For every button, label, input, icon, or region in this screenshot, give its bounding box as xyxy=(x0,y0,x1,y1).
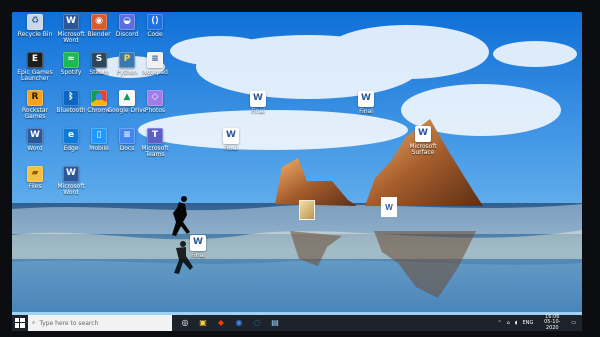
epic-games-icon: E xyxy=(27,52,43,68)
desktop-icon-teams[interactable]: T Microsoft Teams xyxy=(135,128,175,172)
desktop-screen: ♻ Recycle Bin W Microsoft Word ◉ Blender… xyxy=(12,12,582,331)
desktop-icon-label: Rockstar Games xyxy=(22,107,48,121)
phone-icon: ▯ xyxy=(91,128,107,144)
blender-icon: ◉ xyxy=(91,14,107,30)
desktop-icon-label: Files xyxy=(28,183,42,190)
taskbar: ⌕ Type here to search ◎ ▣ ◆ ◉ ◌ ▤ ⌃ ⌂ ◖ … xyxy=(12,314,582,331)
notification-icon[interactable]: ▭ xyxy=(571,320,576,326)
system-tray: ⌃ ⌂ ◖ ENG 16:06 05-10-2020 ▭ xyxy=(497,314,582,331)
word-icon: W xyxy=(358,91,374,107)
steam-icon: S xyxy=(91,52,107,68)
photos-icon: ◇ xyxy=(147,90,163,106)
desktop-icon-label: Steam xyxy=(89,69,109,76)
desktop-file-label: Final xyxy=(359,108,373,115)
teams-icon: T xyxy=(147,128,163,144)
chrome-icon: ● xyxy=(91,90,107,106)
notepad-icon: ≡ xyxy=(147,52,163,68)
input-language[interactable]: ENG xyxy=(522,320,533,326)
desktop-image-file[interactable] xyxy=(299,200,315,220)
start-button[interactable] xyxy=(12,315,28,331)
desktop-icon-label: Recycle Bin xyxy=(17,31,53,38)
recycle-bin-icon: ♻ xyxy=(27,14,43,30)
desktop-icon-word-3[interactable]: W Microsoft Word xyxy=(51,166,91,210)
search-placeholder: Type here to search xyxy=(39,319,99,327)
desktop-file-2[interactable]: W Final xyxy=(346,91,386,135)
edge-icon: e xyxy=(63,128,79,144)
image-icon xyxy=(299,200,315,220)
monitor-frame: ♻ Recycle Bin W Microsoft Word ◉ Blender… xyxy=(0,0,600,337)
desktop-icon-label: Word xyxy=(27,145,43,152)
word-icon: W xyxy=(63,166,79,182)
word-icon: W xyxy=(63,14,79,30)
windows-icon xyxy=(15,318,25,328)
desktop-file-label: Final xyxy=(224,145,238,152)
word-icon: W xyxy=(250,91,266,107)
word-icon: W xyxy=(190,235,206,251)
desktop-icon-label: Edge xyxy=(63,145,79,152)
desktop-file-3[interactable]: W Final xyxy=(211,128,251,172)
word-icon: W xyxy=(381,197,397,217)
desktop-icon-files[interactable]: ▰ Files xyxy=(15,166,55,210)
python-icon: P xyxy=(119,52,135,68)
bluetooth-icon: ᛒ xyxy=(63,90,79,106)
desktop-icon-label: Mobile xyxy=(89,145,109,152)
docs-icon: ≡ xyxy=(119,128,135,144)
taskbar-clock[interactable]: 16:06 05-10-2020 xyxy=(538,314,566,331)
search-icon: ⌕ xyxy=(32,319,36,326)
drive-icon: ▲ xyxy=(119,90,135,106)
word-icon: W xyxy=(27,128,43,144)
desktop-icon-label: Microsoft Word xyxy=(57,183,85,197)
desktop-icon-label: Docs xyxy=(119,145,135,152)
task-view-icon[interactable]: ◎ xyxy=(180,318,190,328)
clock-date: 05-10-2020 xyxy=(544,319,561,331)
desktop-file-label: Microsoft Surface xyxy=(409,143,437,157)
desktop-file-label: Final xyxy=(191,252,205,259)
desktop-word-file[interactable]: W xyxy=(381,197,397,217)
volume-icon[interactable]: ◖ xyxy=(515,320,518,326)
desktop-icon-label: Notepad xyxy=(142,69,168,76)
word-icon: W xyxy=(223,128,239,144)
edge-icon[interactable]: ◌ xyxy=(252,318,262,328)
desktop-file-4[interactable]: W Final xyxy=(178,235,218,279)
desktop-icon-label: Photos xyxy=(144,107,166,114)
discord-icon: ◒ xyxy=(119,14,135,30)
taskbar-pinned-apps: ◎ ▣ ◆ ◉ ◌ ▤ xyxy=(180,315,280,331)
desktop-icon-label: Epic Games Launcher xyxy=(17,69,53,83)
file-explorer-icon[interactable]: ▣ xyxy=(198,318,208,328)
rockstar-icon: R xyxy=(27,90,43,106)
desktop-file-label: Final xyxy=(251,108,265,115)
microsoft-store-icon[interactable]: ▤ xyxy=(270,318,280,328)
vscode-icon: ⟨⟩ xyxy=(147,14,163,30)
folder-icon: ▰ xyxy=(27,166,43,182)
chrome-icon[interactable]: ◉ xyxy=(234,318,244,328)
desktop-icon-label: Code xyxy=(147,31,163,38)
network-icon[interactable]: ⌂ xyxy=(507,320,510,326)
desktop-icons-area: ♻ Recycle Bin W Microsoft Word ◉ Blender… xyxy=(12,12,582,331)
desktop-file-5[interactable]: W Microsoft Surface xyxy=(403,126,443,170)
spotify-icon: ≈ xyxy=(63,52,79,68)
word-icon: W xyxy=(415,126,431,142)
desktop-icon-label: Microsoft Teams xyxy=(141,145,169,159)
chevron-up-icon[interactable]: ⌃ xyxy=(497,320,501,326)
office-icon[interactable]: ◆ xyxy=(216,318,226,328)
taskbar-search-box[interactable]: ⌕ Type here to search xyxy=(28,315,172,331)
